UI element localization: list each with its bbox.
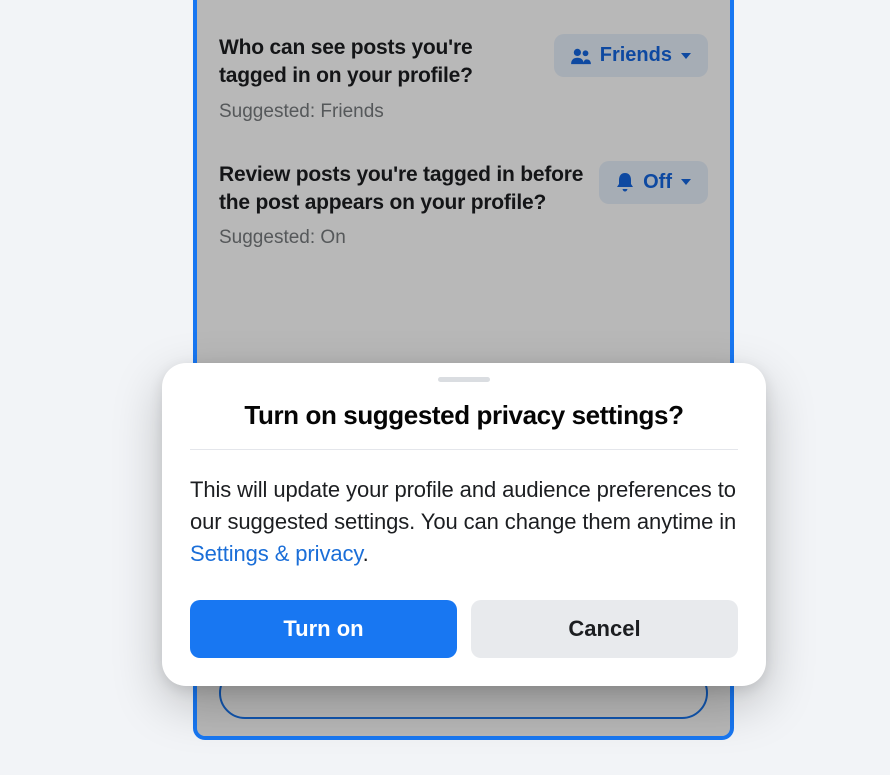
setting-label-tagged-visibility: Who can see posts you're tagged in on yo…: [219, 34, 540, 91]
sheet-title: Turn on suggested privacy settings?: [190, 400, 738, 431]
sheet-grabber[interactable]: [438, 377, 490, 382]
turn-on-button[interactable]: Turn on: [190, 600, 457, 658]
setting-row: Review posts you're tagged in before the…: [219, 161, 708, 218]
cancel-button[interactable]: Cancel: [471, 600, 738, 658]
setting-row: Who can see posts you're tagged in on yo…: [219, 34, 708, 91]
sheet-actions: Turn on Cancel: [190, 600, 738, 658]
chevron-down-icon: [680, 51, 692, 61]
toggle-selector-review[interactable]: Off: [599, 161, 708, 204]
sheet-body: This will update your profile and audien…: [190, 474, 738, 570]
settings-privacy-link[interactable]: Settings & privacy: [190, 541, 363, 566]
background-card: Suggested: Friends Who can see posts you…: [18, 0, 872, 775]
confirm-sheet: Turn on suggested privacy settings? This…: [162, 363, 766, 686]
divider: [190, 449, 738, 450]
selector-value: Friends: [600, 44, 672, 67]
audience-selector-friends[interactable]: Friends: [554, 34, 708, 77]
sheet-body-text-suffix: .: [363, 541, 369, 566]
sheet-body-text-prefix: This will update your profile and audien…: [190, 477, 736, 534]
chevron-down-icon: [680, 177, 692, 187]
setting-label-tag-review: Review posts you're tagged in before the…: [219, 161, 585, 218]
suggested-text: Suggested: On: [219, 227, 708, 249]
bell-icon: [615, 171, 635, 193]
settings-list: Suggested: Friends Who can see posts you…: [197, 0, 730, 249]
suggested-text: Suggested: Friends: [219, 101, 708, 123]
friends-icon: [570, 47, 592, 65]
selector-value: Off: [643, 171, 672, 194]
